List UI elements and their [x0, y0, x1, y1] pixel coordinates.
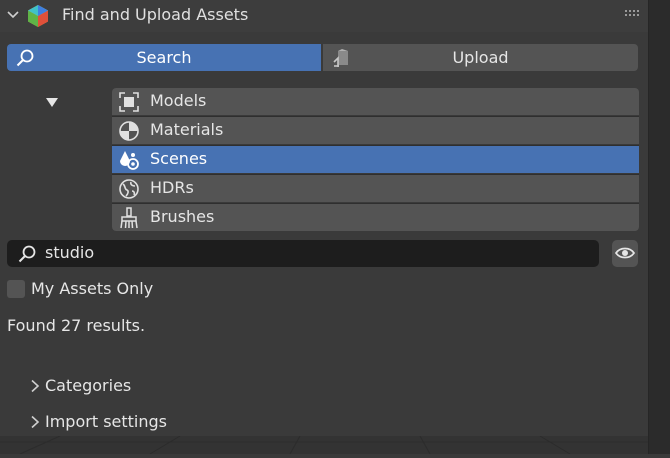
tab-upload[interactable]: Upload: [323, 44, 638, 71]
asset-type-list: Models Materials Scenes HDRs Brushes: [112, 88, 639, 231]
region-divider: [648, 0, 649, 454]
results-count-text: Found 27 results.: [7, 316, 146, 335]
my-assets-only-checkbox[interactable]: [7, 280, 25, 298]
tab-search[interactable]: Search: [7, 44, 321, 71]
asset-type-label: Models: [150, 91, 207, 110]
asset-type-label: HDRs: [150, 178, 194, 197]
chevron-right-icon[interactable]: [29, 379, 41, 393]
search-icon: [18, 245, 36, 263]
tab-search-label: Search: [136, 48, 192, 67]
visibility-toggle-button[interactable]: [612, 240, 638, 267]
triangle-down-icon[interactable]: [45, 96, 59, 108]
brushes-icon: [120, 207, 138, 229]
asset-type-label: Brushes: [150, 207, 215, 226]
chevron-right-icon[interactable]: [29, 415, 41, 429]
viewport-background: [0, 435, 648, 455]
my-assets-only-label[interactable]: My Assets Only: [31, 279, 153, 298]
asset-type-models[interactable]: Models: [112, 88, 639, 116]
asset-type-brushes[interactable]: Brushes: [112, 204, 639, 231]
panel-title: Find and Upload Assets: [62, 5, 249, 24]
materials-icon: [119, 121, 139, 141]
asset-type-hdrs[interactable]: HDRs: [112, 175, 639, 203]
panel-header[interactable]: Find and Upload Assets: [0, 0, 648, 32]
upload-icon: [333, 49, 348, 67]
categories-panel-header[interactable]: Categories: [45, 376, 131, 395]
tab-upload-label: Upload: [452, 48, 509, 67]
import-settings-panel-header[interactable]: Import settings: [45, 412, 167, 431]
asset-type-scenes[interactable]: Scenes: [112, 146, 639, 174]
hdrs-icon: [119, 179, 139, 199]
viewport-grid: [0, 435, 648, 455]
search-input[interactable]: studio: [7, 240, 599, 267]
asset-type-materials[interactable]: Materials: [112, 117, 639, 145]
scenes-icon: [120, 151, 139, 170]
region-scroll-strip: [648, 0, 670, 454]
chevron-down-icon[interactable]: [4, 6, 22, 24]
blenderkit-logo-icon: [28, 5, 48, 27]
drag-grip-icon[interactable]: [624, 9, 642, 17]
search-input-value: studio: [45, 243, 95, 262]
search-icon: [16, 49, 34, 67]
asset-type-label: Scenes: [150, 149, 208, 168]
models-icon: [119, 92, 139, 112]
asset-type-label: Materials: [150, 120, 224, 139]
eye-icon: [615, 247, 635, 259]
